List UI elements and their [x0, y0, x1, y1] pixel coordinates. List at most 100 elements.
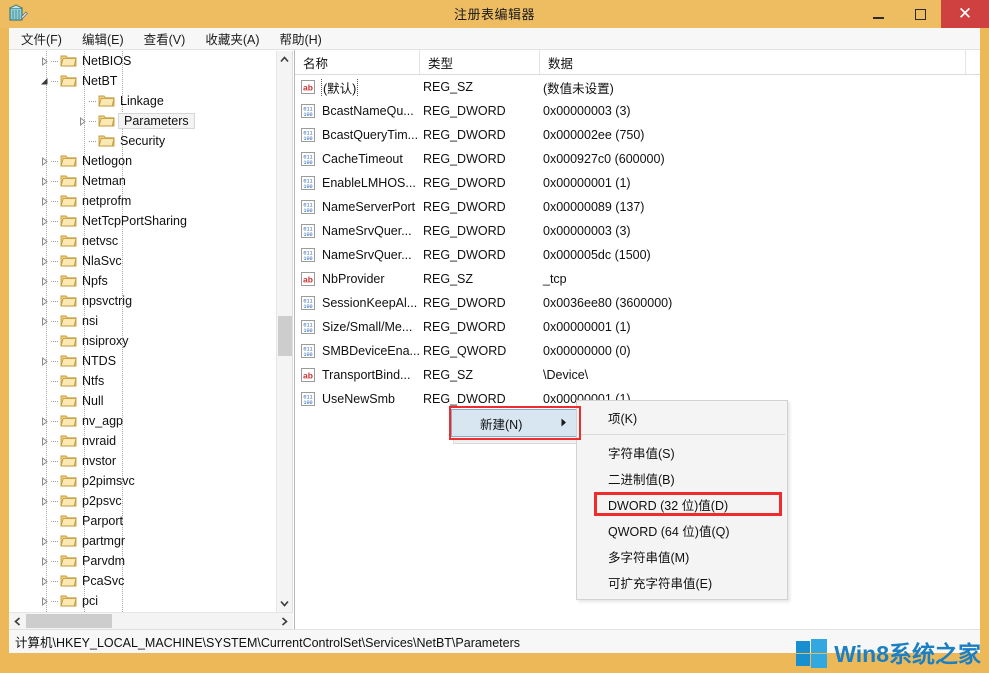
menu-item-view[interactable]: 查看(V) [144, 27, 197, 50]
tree-item-npfs[interactable]: Npfs [9, 271, 276, 291]
scroll-right-button[interactable] [276, 613, 293, 630]
expand-arrow-closed-icon[interactable] [37, 491, 51, 511]
tree-item-pcasvc[interactable]: PcaSvc [9, 571, 276, 591]
scroll-track[interactable] [277, 68, 293, 595]
expand-arrow-closed-icon[interactable] [37, 291, 51, 311]
tree-item-pci[interactable]: pci [9, 591, 276, 611]
expand-arrow-closed-icon[interactable] [37, 591, 51, 611]
value-row[interactable]: 011 100 EnableLMHOS... REG_DWORD 0x00000001 … [295, 171, 980, 195]
tree-item-nv-agp[interactable]: nv_agp [9, 411, 276, 431]
tree-item-netvsc[interactable]: netvsc [9, 231, 276, 251]
expand-arrow-closed-icon[interactable] [37, 191, 51, 211]
tree-item-netprofm[interactable]: netprofm [9, 191, 276, 211]
expand-arrow-closed-icon[interactable] [37, 431, 51, 451]
tree-scroll-area: NetBIOS NetBT Linkage Parameters Security Net… [9, 51, 293, 612]
tree-item-nlasvc[interactable]: NlaSvc [9, 251, 276, 271]
menu-item-file[interactable]: 文件(F) [21, 27, 73, 50]
tree-item-netbios[interactable]: NetBIOS [9, 51, 276, 71]
tree-item-nvraid[interactable]: nvraid [9, 431, 276, 451]
value-row[interactable]: 011 100 Size/Small/Me... REG_DWORD 0x0000000… [295, 315, 980, 339]
maximize-button[interactable] [899, 0, 941, 28]
expand-arrow-closed-icon[interactable] [37, 171, 51, 191]
submenu-item-4[interactable]: QWORD (64 位)值(Q) [577, 517, 787, 543]
close-button[interactable]: ✕ [941, 0, 989, 28]
column-header-name[interactable]: 名称 [295, 50, 420, 74]
expand-arrow-closed-icon[interactable] [37, 531, 51, 551]
value-row[interactable]: ab (默认) REG_SZ (数值未设置) [295, 75, 980, 99]
expand-arrow-closed-icon[interactable] [37, 311, 51, 331]
value-row[interactable]: 011 100 SessionKeepAl... REG_DWORD 0x0036ee8… [295, 291, 980, 315]
tree-item-netman[interactable]: Netman [9, 171, 276, 191]
expand-arrow-closed-icon[interactable] [37, 571, 51, 591]
svg-text:100: 100 [303, 400, 312, 406]
tree-item-nsiproxy[interactable]: nsiproxy [9, 331, 276, 351]
menu-item-favorites[interactable]: 收藏夹(A) [205, 27, 270, 50]
expand-arrow-closed-icon[interactable] [37, 351, 51, 371]
expand-arrow-closed-icon[interactable] [37, 471, 51, 491]
expand-arrow-closed-icon[interactable] [75, 111, 89, 131]
minimize-button[interactable] [857, 0, 899, 28]
value-row[interactable]: 011 100 CacheTimeout REG_DWORD 0x000927c0 (6… [295, 147, 980, 171]
value-row[interactable]: ab NbProvider REG_SZ _tcp [295, 267, 980, 291]
scroll-left-button[interactable] [9, 613, 26, 630]
value-row[interactable]: ab TransportBind... REG_SZ \Device\ [295, 363, 980, 387]
submenu-item-3[interactable]: DWORD (32 位)值(D) [577, 491, 787, 517]
tree-item-nsi[interactable]: nsi [9, 311, 276, 331]
tree-item-nvstor[interactable]: nvstor [9, 451, 276, 471]
submenu-item-1[interactable]: 字符串值(S) [577, 439, 787, 465]
tree-connector [89, 91, 98, 111]
expand-arrow-closed-icon[interactable] [37, 231, 51, 251]
tree-item-netlogon[interactable]: Netlogon [9, 151, 276, 171]
tree-item-parvdm[interactable]: Parvdm [9, 551, 276, 571]
value-row[interactable]: 011 100 NameSrvQuer... REG_DWORD 0x00000003 … [295, 219, 980, 243]
submenu-item-2[interactable]: 二进制值(B) [577, 465, 787, 491]
expand-arrow-closed-icon[interactable] [37, 451, 51, 471]
tree-connector [51, 251, 60, 271]
scroll-track-horizontal[interactable] [26, 613, 276, 630]
value-data: (数值未设置) [543, 81, 614, 96]
expand-arrow-closed-icon[interactable] [37, 551, 51, 571]
submenu-item-5[interactable]: 多字符串值(M) [577, 543, 787, 569]
menu-item-help[interactable]: 帮助(H) [279, 27, 332, 50]
tree-item-ntfs[interactable]: Ntfs [9, 371, 276, 391]
expand-arrow-open-icon[interactable] [37, 71, 51, 91]
scroll-down-button[interactable] [277, 595, 293, 612]
svg-text:100: 100 [303, 136, 312, 142]
submenu-item-0[interactable]: 项(K) [577, 404, 787, 430]
expand-arrow-closed-icon[interactable] [37, 51, 51, 71]
value-name-cell: 011 100 BcastQueryTim... [295, 127, 420, 144]
column-header-type[interactable]: 类型 [420, 50, 540, 74]
tree-item-null[interactable]: Null [9, 391, 276, 411]
scroll-thumb[interactable] [277, 316, 292, 356]
tree-item-netbt[interactable]: NetBT [9, 71, 276, 91]
tree-item-linkage[interactable]: Linkage [9, 91, 276, 111]
context-menu-item-new[interactable]: 新建(N) [451, 409, 577, 437]
value-row[interactable]: 011 100 NameServerPort REG_DWORD 0x00000089 … [295, 195, 980, 219]
value-row[interactable]: 011 100 SMBDeviceEna... REG_QWORD 0x00000000… [295, 339, 980, 363]
submenu-item-6[interactable]: 可扩充字符串值(E) [577, 569, 787, 595]
expand-arrow-closed-icon[interactable] [37, 251, 51, 271]
scroll-thumb-horizontal[interactable] [26, 613, 112, 628]
tree-item-partmgr[interactable]: partmgr [9, 531, 276, 551]
tree-horizontal-scrollbar[interactable] [9, 612, 293, 629]
scroll-up-button[interactable] [277, 51, 293, 68]
tree-item-p2psvc[interactable]: p2psvc [9, 491, 276, 511]
value-row[interactable]: 011 100 NameSrvQuer... REG_DWORD 0x000005dc … [295, 243, 980, 267]
expand-arrow-closed-icon[interactable] [37, 411, 51, 431]
expand-arrow-closed-icon[interactable] [37, 211, 51, 231]
value-row[interactable]: 011 100 BcastQueryTim... REG_DWORD 0x000002e… [295, 123, 980, 147]
expand-arrow-closed-icon[interactable] [37, 271, 51, 291]
tree-item-security[interactable]: Security [9, 131, 276, 151]
menu-item-edit[interactable]: 编辑(E) [82, 27, 135, 50]
tree-item-parport[interactable]: Parport [9, 511, 276, 531]
column-header-data[interactable]: 数据 [540, 50, 966, 74]
tree-vertical-scrollbar[interactable] [276, 51, 292, 612]
tree-item-parameters[interactable]: Parameters [9, 111, 276, 131]
value-row[interactable]: 011 100 BcastNameQu... REG_DWORD 0x00000003 … [295, 99, 980, 123]
tree-item-nettcpportsharing[interactable]: NetTcpPortSharing [9, 211, 276, 231]
tree-item-npsvctrig[interactable]: npsvctrig [9, 291, 276, 311]
tree-item-p2pimsvc[interactable]: p2pimsvc [9, 471, 276, 491]
expand-arrow-closed-icon[interactable] [37, 151, 51, 171]
tree-item-ntds[interactable]: NTDS [9, 351, 276, 371]
